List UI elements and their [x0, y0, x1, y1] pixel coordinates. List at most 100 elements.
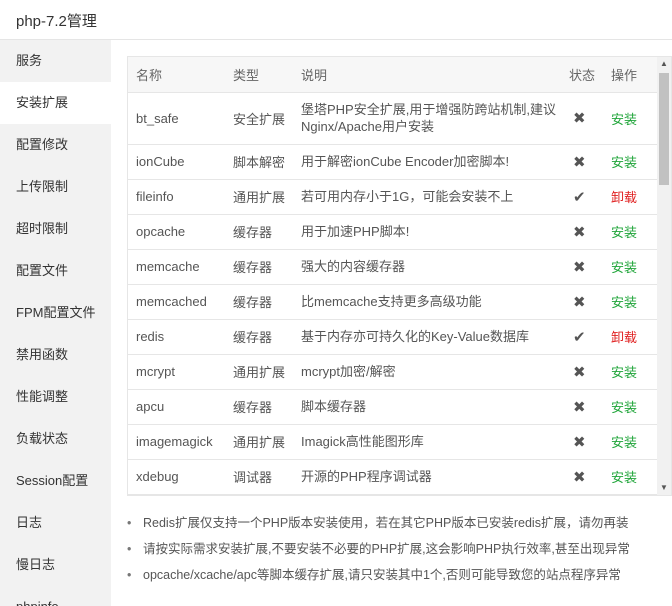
window-title: php-7.2管理: [16, 13, 97, 30]
note-item: opcache/xcache/apc等脚本缓存扩展,请只安装其中1个,否则可能导…: [127, 562, 667, 588]
sidebar-item[interactable]: 安装扩展: [0, 82, 111, 124]
install-link[interactable]: 安装: [611, 295, 637, 310]
sidebar-item[interactable]: 性能调整: [0, 376, 111, 418]
extension-description: 比memcache支持更多高级功能: [293, 284, 561, 320]
status-not-installed-x-icon: ✖: [561, 92, 603, 145]
status-installed-check-icon: ✔: [561, 319, 603, 355]
extension-description: 若可用内存小于1G，可能会安装不上: [293, 179, 561, 215]
action-cell: 安装: [603, 389, 658, 425]
main-content: 名称 类型 说明 状态 操作 bt_safe 安全扩展 堡塔PHP安全扩展,用于增强…: [111, 40, 672, 606]
table-row: memcached 缓存器 比memcache支持更多高级功能 ✖ 安装: [128, 284, 658, 320]
table-row: xdebug 调试器 开源的PHP程序调试器 ✖ 安装: [128, 459, 658, 495]
extension-type: 通用扩展: [225, 179, 293, 215]
sidebar-item[interactable]: 服务: [0, 40, 111, 82]
action-cell: 安装: [603, 354, 658, 390]
table-row: opcache 缓存器 用于加速PHP脚本! ✖ 安装: [128, 214, 658, 250]
extension-description: 强大的内容缓存器: [293, 249, 561, 285]
install-link[interactable]: 安装: [611, 365, 637, 380]
action-cell: 安装: [603, 144, 658, 180]
install-link[interactable]: 安装: [611, 400, 637, 415]
extension-description: 脚本缓存器: [293, 389, 561, 425]
column-header-type: 类型: [225, 57, 293, 93]
status-not-installed-x-icon: ✖: [561, 389, 603, 425]
note-item: Redis扩展仅支持一个PHP版本安装使用，若在其它PHP版本已安装redis扩…: [127, 510, 667, 536]
sidebar-item[interactable]: 配置修改: [0, 124, 111, 166]
extension-type: 缓存器: [225, 249, 293, 285]
column-header-status: 状态: [561, 57, 603, 93]
scroll-down-arrow-icon[interactable]: ▼: [657, 481, 671, 495]
extension-type: 安全扩展: [225, 92, 293, 145]
uninstall-link[interactable]: 卸载: [611, 330, 637, 345]
extension-description: Imagick高性能图形库: [293, 424, 561, 460]
install-link[interactable]: 安装: [611, 225, 637, 240]
extension-name: apcu: [128, 389, 225, 425]
table-row: imagemagick 通用扩展 Imagick高性能图形库 ✖ 安装: [128, 424, 658, 460]
sidebar-item[interactable]: 日志: [0, 502, 111, 544]
sidebar-item[interactable]: 慢日志: [0, 544, 111, 586]
table-header-row: 名称 类型 说明 状态 操作: [128, 57, 658, 93]
uninstall-link[interactable]: 卸载: [611, 190, 637, 205]
note-item: 请按实际需求安装扩展,不要安装不必要的PHP扩展,这会影响PHP执行效率,甚至出…: [127, 536, 667, 562]
extensions-table: 名称 类型 说明 状态 操作 bt_safe 安全扩展 堡塔PHP安全扩展,用于增强…: [128, 57, 658, 495]
extension-type: 缓存器: [225, 389, 293, 425]
window-titlebar: php-7.2管理: [0, 0, 672, 40]
status-not-installed-x-icon: ✖: [561, 144, 603, 180]
sidebar-item[interactable]: 配置文件: [0, 250, 111, 292]
extension-description: mcrypt加密/解密: [293, 354, 561, 390]
extension-description: 用于加速PHP脚本!: [293, 214, 561, 250]
extension-type: 通用扩展: [225, 354, 293, 390]
extension-type: 调试器: [225, 459, 293, 495]
sidebar-item[interactable]: 禁用函数: [0, 334, 111, 376]
sidebar-item[interactable]: phpinfo: [0, 586, 111, 606]
install-link[interactable]: 安装: [611, 435, 637, 450]
extension-type: 脚本解密: [225, 144, 293, 180]
action-cell: 安装: [603, 424, 658, 460]
extension-name: fileinfo: [128, 179, 225, 215]
action-cell: 卸载: [603, 319, 658, 355]
action-cell: 安装: [603, 284, 658, 320]
install-link[interactable]: 安装: [611, 112, 637, 127]
status-not-installed-x-icon: ✖: [561, 214, 603, 250]
sidebar-item[interactable]: Session配置: [0, 460, 111, 502]
extension-description: 堡塔PHP安全扩展,用于增强防跨站机制,建议Nginx/Apache用户安装: [293, 92, 561, 145]
table-row: ionCube 脚本解密 用于解密ionCube Encoder加密脚本! ✖ 安装: [128, 144, 658, 180]
status-not-installed-x-icon: ✖: [561, 284, 603, 320]
extension-name: ionCube: [128, 144, 225, 180]
install-link[interactable]: 安装: [611, 470, 637, 485]
status-not-installed-x-icon: ✖: [561, 424, 603, 460]
sidebar-item[interactable]: FPM配置文件: [0, 292, 111, 334]
sidebar-item[interactable]: 超时限制: [0, 208, 111, 250]
table-row: redis 缓存器 基于内存亦可持久化的Key-Value数据库 ✔ 卸载: [128, 319, 658, 355]
install-link[interactable]: 安装: [611, 260, 637, 275]
extension-type: 缓存器: [225, 284, 293, 320]
status-installed-check-icon: ✔: [561, 179, 603, 215]
status-not-installed-x-icon: ✖: [561, 249, 603, 285]
extension-name: memcache: [128, 249, 225, 285]
table-row: mcrypt 通用扩展 mcrypt加密/解密 ✖ 安装: [128, 354, 658, 390]
sidebar-item[interactable]: 上传限制: [0, 166, 111, 208]
extension-description: 开源的PHP程序调试器: [293, 459, 561, 495]
extension-name: imagemagick: [128, 424, 225, 460]
table-scrollbar[interactable]: ▲ ▼: [657, 57, 671, 495]
extension-name: redis: [128, 319, 225, 355]
extension-name: xdebug: [128, 459, 225, 495]
extension-name: mcrypt: [128, 354, 225, 390]
table-row: bt_safe 安全扩展 堡塔PHP安全扩展,用于增强防跨站机制,建议Nginx/A…: [128, 92, 658, 145]
sidebar-item[interactable]: 负载状态: [0, 418, 111, 460]
extension-type: 通用扩展: [225, 424, 293, 460]
action-cell: 卸载: [603, 179, 658, 215]
sidebar: 服务 安装扩展 配置修改 上传限制 超时限制 配置文件 FPM配置文件 禁用函数 性能调整 负载状…: [0, 40, 111, 606]
scrollbar-thumb[interactable]: [659, 73, 669, 185]
table-row: apcu 缓存器 脚本缓存器 ✖ 安装: [128, 389, 658, 425]
install-link[interactable]: 安装: [611, 155, 637, 170]
extension-description: 基于内存亦可持久化的Key-Value数据库: [293, 319, 561, 355]
scroll-up-arrow-icon[interactable]: ▲: [657, 57, 671, 71]
extension-description: 用于解密ionCube Encoder加密脚本!: [293, 144, 561, 180]
action-cell: 安装: [603, 249, 658, 285]
status-not-installed-x-icon: ✖: [561, 354, 603, 390]
extension-type: 缓存器: [225, 214, 293, 250]
action-cell: 安装: [603, 92, 658, 145]
extension-name: opcache: [128, 214, 225, 250]
extension-type: 缓存器: [225, 319, 293, 355]
extension-name: memcached: [128, 284, 225, 320]
